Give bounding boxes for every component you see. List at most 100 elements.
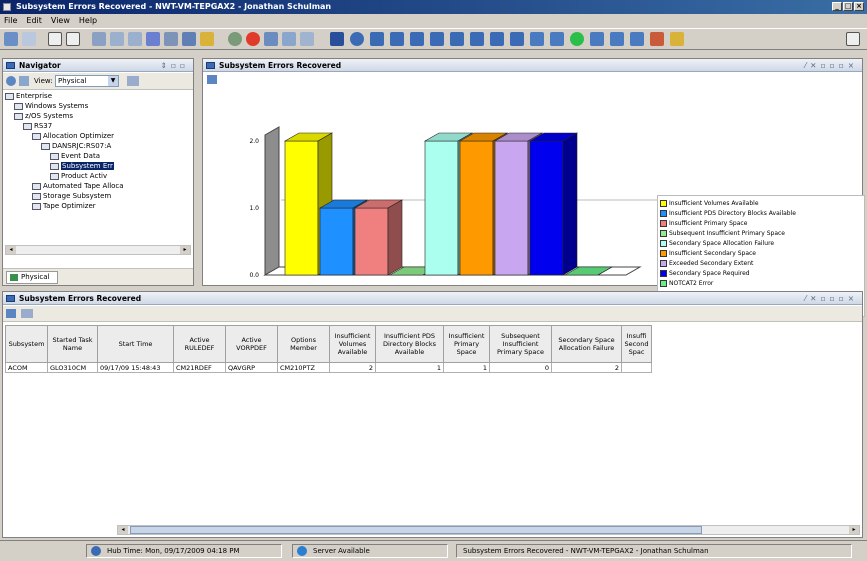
history-icon[interactable] xyxy=(264,32,278,46)
column-header[interactable]: Started Task Name xyxy=(47,325,98,363)
query-icon[interactable] xyxy=(164,32,178,46)
table-header-row: Subsystem Started Task Name Start Time Acti… xyxy=(5,325,652,363)
legend-item: Insufficient Secondary Space xyxy=(660,249,862,259)
tree-item-label: Product Activ xyxy=(61,172,108,180)
view-pie-icon[interactable] xyxy=(350,32,364,46)
column-header[interactable]: Active VORPDEF xyxy=(225,325,278,363)
navigator-panel-controls[interactable]: ⇕▫▫ xyxy=(161,59,189,72)
view-people-icon[interactable] xyxy=(650,32,664,46)
column-header[interactable]: Insufficient Primary Space xyxy=(443,325,490,363)
view-browser-icon[interactable] xyxy=(490,32,504,46)
tree-item[interactable]: Tape Optimizer xyxy=(32,202,96,211)
scroll-left-icon[interactable]: ◂ xyxy=(118,526,128,534)
table-find-icon[interactable] xyxy=(21,309,33,318)
view-editor-icon[interactable] xyxy=(590,32,604,46)
globe-icon xyxy=(297,546,307,556)
view-table-icon[interactable] xyxy=(330,32,344,46)
menu-view[interactable]: View xyxy=(51,14,70,28)
policy-icon[interactable] xyxy=(200,32,214,46)
column-header[interactable]: Start Time xyxy=(97,325,174,363)
menu-help[interactable]: Help xyxy=(79,14,97,28)
legend-swatch xyxy=(660,280,667,287)
maximize-button[interactable]: □ xyxy=(843,2,853,11)
split-view-icon[interactable] xyxy=(846,32,860,46)
tree-node-icon xyxy=(32,202,41,210)
view-plot-icon[interactable] xyxy=(390,32,404,46)
scroll-right-icon[interactable]: ▸ xyxy=(849,526,859,534)
sync-icon[interactable] xyxy=(6,76,16,86)
tree-item[interactable]: Windows Systems xyxy=(14,102,88,111)
find-icon[interactable] xyxy=(127,76,139,86)
scroll-left-icon[interactable]: ◂ xyxy=(6,246,16,254)
close-button[interactable]: × xyxy=(854,2,864,11)
server-status-text: Server Available xyxy=(313,547,370,555)
table-cell xyxy=(621,362,652,373)
view-bookmark-icon[interactable] xyxy=(670,32,684,46)
navigator-hscrollbar[interactable]: ◂ ▸ xyxy=(5,245,191,255)
column-header[interactable]: Options Member xyxy=(277,325,330,363)
save-icon[interactable] xyxy=(66,32,80,46)
tree-item[interactable]: Subsystem Err xyxy=(50,162,114,171)
view-terminal-icon[interactable] xyxy=(530,32,544,46)
chart-properties-icon[interactable] xyxy=(207,75,217,84)
view-bar-icon[interactable] xyxy=(370,32,384,46)
column-header[interactable]: Subsequent Insufficient Primary Space xyxy=(489,325,552,363)
table-panel-controls[interactable]: ⁄✕▫▫▫× xyxy=(805,292,858,305)
table-scroll-thumb[interactable] xyxy=(130,526,702,534)
link-icon[interactable] xyxy=(128,32,142,46)
menu-file[interactable]: File xyxy=(4,14,17,28)
stop-icon[interactable] xyxy=(246,32,260,46)
y-tick-label: 2.0 xyxy=(249,138,259,145)
view-graphic-icon[interactable] xyxy=(550,32,564,46)
column-header[interactable]: Secondary Space Allocation Failure xyxy=(551,325,622,363)
forward-icon[interactable] xyxy=(22,32,36,46)
navigator-toolbar: View: Physical ▼ xyxy=(3,73,193,90)
event-icon[interactable] xyxy=(282,32,296,46)
copy-icon[interactable] xyxy=(110,32,124,46)
table-row[interactable]: ACOM GLO310CM 09/17/09 15:48:43 CM21RDEF QAV… xyxy=(5,362,652,373)
refresh-icon[interactable] xyxy=(228,32,242,46)
view-topology-icon[interactable] xyxy=(510,32,524,46)
tree-item[interactable]: Event Data xyxy=(50,152,100,161)
table-properties-icon[interactable] xyxy=(6,309,16,318)
view-linear-gauge-icon[interactable] xyxy=(430,32,444,46)
column-header[interactable]: Insufficient PDS Directory Blocks Availa… xyxy=(375,325,444,363)
tree-item-label: Allocation Optimizer xyxy=(43,132,114,140)
status-bar: Hub Time: Mon, 09/17/2009 04:18 PM Serve… xyxy=(0,540,867,561)
scroll-right-icon[interactable]: ▸ xyxy=(180,246,190,254)
view-select[interactable]: Physical ▼ xyxy=(55,75,119,87)
sound-icon[interactable] xyxy=(300,32,314,46)
view-message-log-icon[interactable] xyxy=(470,32,484,46)
column-header[interactable]: Active RULEDEF xyxy=(173,325,226,363)
expand-icon[interactable] xyxy=(19,76,29,86)
bar-chart-panel-controls[interactable]: ⁄✕▫▫▫× xyxy=(805,59,858,72)
workspace-icon[interactable] xyxy=(48,32,62,46)
legend-item: Exceeded Secondary Extent xyxy=(660,259,862,269)
tree-item[interactable]: Automated Tape Alloca xyxy=(32,182,124,191)
tree-item[interactable]: Allocation Optimizer xyxy=(32,132,114,141)
view-status-icon[interactable] xyxy=(570,32,584,46)
column-header[interactable]: Subsystem xyxy=(5,325,48,363)
tree-item[interactable]: z/OS Systems xyxy=(14,112,73,121)
tree-item[interactable]: RS37 xyxy=(23,122,52,131)
tree-item[interactable]: Enterprise xyxy=(5,92,52,101)
view-grid-icon[interactable] xyxy=(610,32,624,46)
tab-physical[interactable]: Physical xyxy=(6,271,58,284)
column-header[interactable]: Insufficient Volumes Available xyxy=(329,325,376,363)
editor-icon[interactable] xyxy=(182,32,196,46)
legend-swatch xyxy=(660,200,667,207)
tree-item[interactable]: Product Activ xyxy=(50,172,107,181)
minimize-button[interactable]: _ xyxy=(832,2,842,11)
situation-icon[interactable] xyxy=(146,32,160,46)
column-header[interactable]: Insuffi Second Spac xyxy=(621,325,652,363)
tree-item[interactable]: DANSRJC:RS07:A xyxy=(41,142,111,151)
table-hscrollbar[interactable]: ◂ ▸ xyxy=(117,525,860,535)
view-tree-icon[interactable] xyxy=(630,32,644,46)
properties-icon[interactable] xyxy=(92,32,106,46)
menu-edit[interactable]: Edit xyxy=(26,14,42,28)
tree-item[interactable]: Storage Subsystem xyxy=(32,192,111,201)
back-icon[interactable] xyxy=(4,32,18,46)
view-circular-gauge-icon[interactable] xyxy=(410,32,424,46)
view-notepad-icon[interactable] xyxy=(450,32,464,46)
tree-node-icon xyxy=(23,122,32,130)
